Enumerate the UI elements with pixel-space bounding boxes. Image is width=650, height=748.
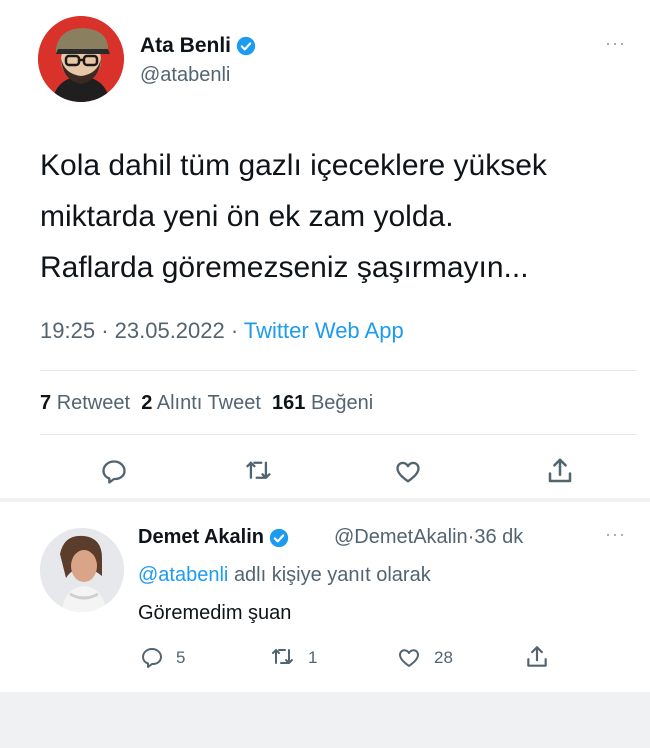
reply-author-handle[interactable]: @DemetAkalin bbox=[334, 526, 468, 548]
avatar-illustration bbox=[38, 16, 124, 102]
reply-age[interactable]: 36 dk bbox=[474, 526, 523, 548]
divider bbox=[40, 370, 636, 371]
reply-reply-button[interactable]: 5 bbox=[140, 646, 185, 670]
meta-separator: · bbox=[101, 318, 109, 343]
retweet-count: 7 bbox=[40, 392, 52, 414]
like-icon bbox=[396, 461, 420, 483]
reply-avatar-illustration bbox=[40, 528, 124, 612]
like-button[interactable] bbox=[393, 458, 423, 486]
reply-like-count: 28 bbox=[434, 648, 453, 667]
share-icon bbox=[548, 458, 572, 483]
reply-retweet-button[interactable]: 1 bbox=[270, 646, 317, 670]
quote-count: 2 bbox=[141, 392, 153, 414]
verified-badge-icon bbox=[269, 528, 289, 547]
tweet-source[interactable]: Twitter Web App bbox=[244, 318, 404, 343]
tweet-text-line: miktarda yeni ön ek zam yolda. bbox=[40, 200, 454, 233]
replying-to-suffix: adlı kişiye yanıt olarak bbox=[233, 564, 431, 586]
quote-stat[interactable]: 2 Alıntı Tweet bbox=[141, 392, 261, 414]
retweet-button[interactable] bbox=[244, 458, 274, 486]
share-icon bbox=[527, 646, 547, 667]
tweet-stats: 7 Retweet 2 Alıntı Tweet 161 Beğeni bbox=[40, 392, 373, 415]
reply-icon bbox=[142, 648, 162, 668]
tweet-text: Kola dahil tüm gazlı içeceklere yüksek m… bbox=[40, 140, 640, 293]
tweet-date[interactable]: 23.05.2022 bbox=[115, 318, 225, 343]
reply-like-button[interactable]: 28 bbox=[396, 646, 453, 670]
replying-to: @atabenli adlı kişiye yanıt olarak bbox=[138, 564, 431, 587]
reply-count: 5 bbox=[176, 648, 186, 667]
reply-icon bbox=[102, 460, 126, 484]
main-tweet: Ata Benli @atabenli ··· Kola dahil tüm g… bbox=[0, 0, 650, 498]
meta-separator: · bbox=[230, 318, 239, 343]
reply-tweet: Demet Akalin @DemetAkalin·36 dk ··· @ata… bbox=[0, 502, 650, 692]
retweet-stat[interactable]: 7 Retweet bbox=[40, 392, 130, 414]
author-avatar[interactable] bbox=[38, 16, 124, 102]
reply-author-avatar[interactable] bbox=[40, 528, 124, 612]
like-stat-label: Beğeni bbox=[310, 392, 374, 414]
quote-stat-label: Alıntı Tweet bbox=[156, 392, 261, 414]
more-icon[interactable]: ··· bbox=[605, 524, 626, 545]
like-count: 161 bbox=[272, 392, 306, 414]
tweet-time[interactable]: 19:25 bbox=[40, 318, 95, 343]
tweet-text-line: Raflarda göremezseniz şaşırmayın... bbox=[40, 251, 529, 284]
reply-retweet-count: 1 bbox=[308, 648, 318, 667]
divider bbox=[40, 434, 636, 435]
reply-text: Göremedim şuan bbox=[138, 602, 292, 624]
author-name-text[interactable]: Ata Benli bbox=[140, 34, 231, 57]
like-icon bbox=[399, 649, 419, 667]
share-button[interactable] bbox=[545, 456, 575, 486]
tweet-meta: 19:25 · 23.05.2022 · Twitter Web App bbox=[40, 318, 404, 344]
more-icon[interactable]: ··· bbox=[605, 33, 626, 54]
author-handle[interactable]: @atabenli bbox=[140, 64, 230, 87]
reply-button[interactable] bbox=[100, 458, 128, 486]
retweet-stat-label: Retweet bbox=[56, 392, 131, 414]
reply-share-button[interactable] bbox=[524, 644, 550, 670]
reply-author-meta: @DemetAkalin·36 dk bbox=[334, 526, 523, 549]
like-stat[interactable]: 161 Beğeni bbox=[272, 392, 373, 414]
retweet-icon bbox=[272, 649, 293, 664]
retweet-icon bbox=[246, 461, 271, 479]
tweet-text-line: Kola dahil tüm gazlı içeceklere yüksek bbox=[40, 149, 547, 182]
reply-author-name[interactable]: Demet Akalin bbox=[138, 526, 289, 549]
author-name[interactable]: Ata Benli bbox=[140, 34, 256, 58]
reply-author-name-text[interactable]: Demet Akalin bbox=[138, 526, 264, 548]
verified-badge-icon bbox=[236, 37, 256, 56]
replying-to-handle[interactable]: @atabenli bbox=[138, 564, 228, 586]
